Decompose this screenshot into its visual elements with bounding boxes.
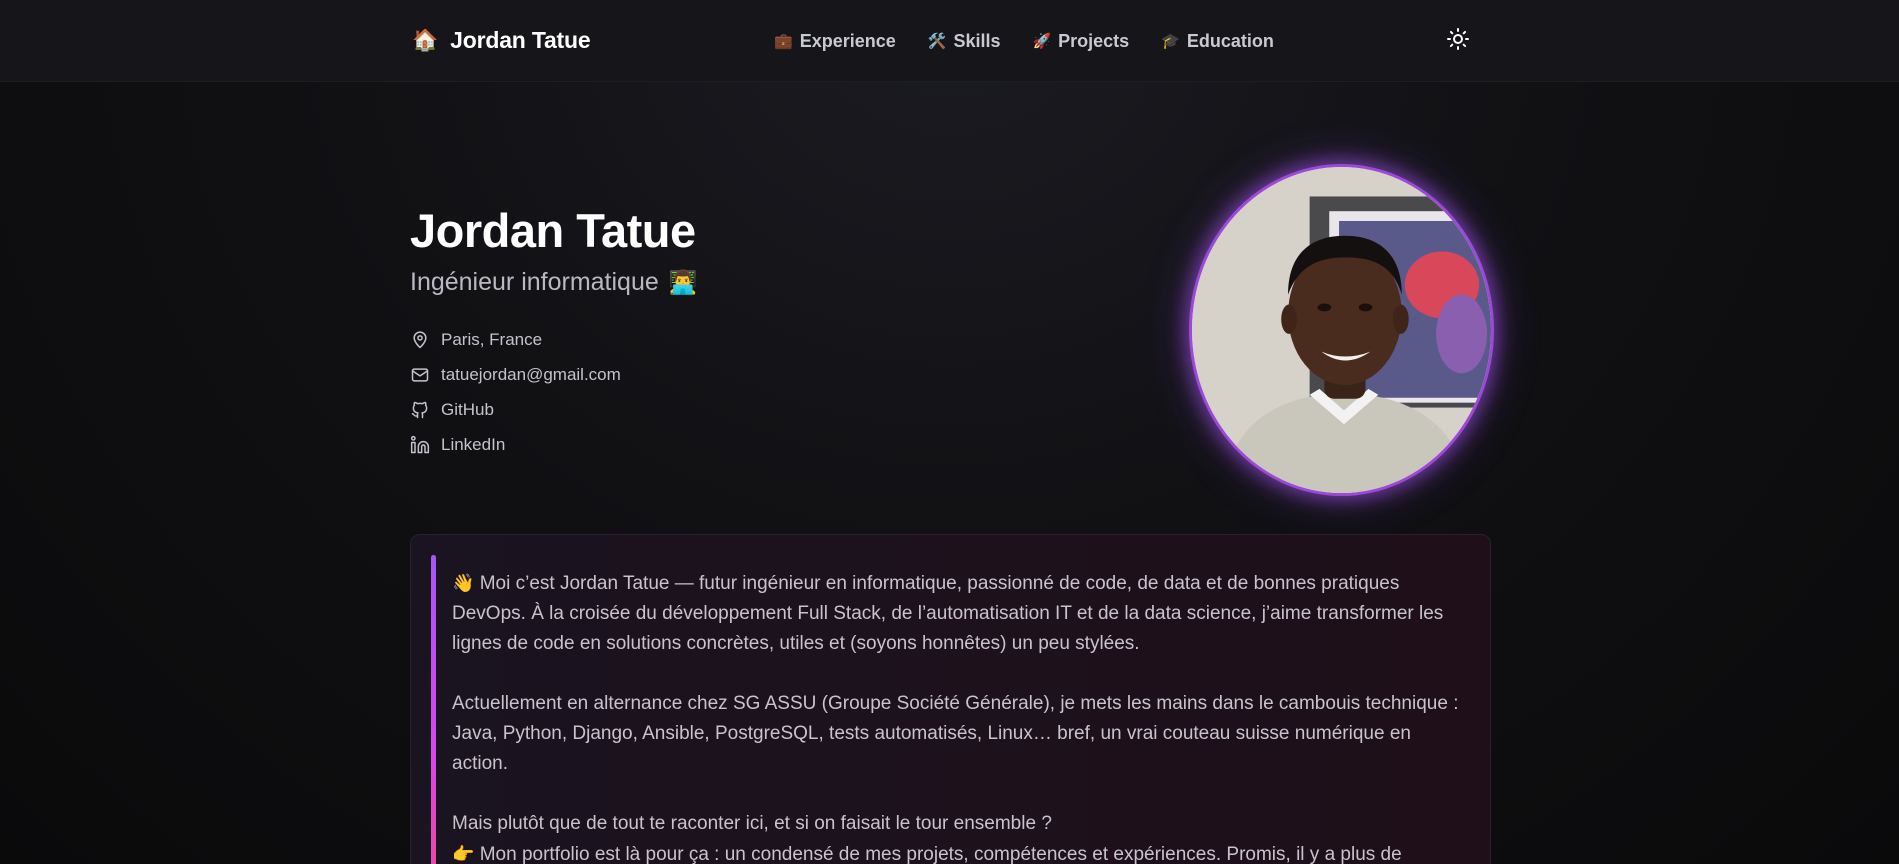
about-paragraph: 👋 Moi c’est Jordan Tatue — futur ingénie… bbox=[452, 568, 1472, 659]
rocket-icon: 🚀 bbox=[1032, 32, 1052, 50]
waving-hand-icon: 👋 bbox=[452, 573, 475, 593]
briefcase-icon: 💼 bbox=[774, 32, 793, 50]
hero-name: Jordan Tatue bbox=[410, 204, 696, 257]
github-icon bbox=[411, 401, 428, 419]
nav-item-education[interactable]: 🎓 Education bbox=[1161, 31, 1274, 52]
linkedin-icon bbox=[410, 435, 430, 454]
house-icon: 🏠 bbox=[412, 28, 439, 52]
hero-role-text: Ingénieur informatique bbox=[410, 268, 659, 296]
about-paragraph: Mais plutôt que de tout te raconter ici,… bbox=[452, 809, 1472, 839]
technologist-icon: 👨‍💻 bbox=[668, 269, 698, 295]
profile-photo bbox=[1192, 167, 1491, 493]
contact-email-text: tatuejordan@gmail.com bbox=[441, 365, 621, 384]
nav-item-experience[interactable]: 💼 Experience bbox=[774, 31, 896, 52]
contact-email-link[interactable]: tatuejordan@gmail.com bbox=[410, 363, 621, 387]
top-navbar: 🏠 Jordan Tatue 💼 Experience 🛠️ Skills 🚀 … bbox=[0, 0, 1899, 82]
brand-name: Jordan Tatue bbox=[450, 26, 591, 53]
nav-item-label: Experience bbox=[799, 30, 896, 51]
contact-location-text: Paris, France bbox=[441, 330, 543, 349]
nav-item-skills[interactable]: 🛠️ Skills bbox=[928, 31, 1001, 52]
about-paragraph-text: Mais plutôt que de tout te raconter ici,… bbox=[452, 813, 1052, 834]
about-paragraph-text: Moi c’est Jordan Tatue — futur ingénieur… bbox=[452, 573, 1444, 654]
contact-github-text: GitHub bbox=[441, 400, 494, 419]
about-paragraph: Actuellement en alternance chez SG ASSU … bbox=[452, 689, 1472, 779]
about-card: 👋 Moi c’est Jordan Tatue — futur ingénie… bbox=[410, 534, 1491, 864]
hero-role: Ingénieur informatique 👨‍💻 bbox=[410, 268, 697, 297]
about-paragraph-text: Mon portfolio est là pour ça : un conden… bbox=[479, 844, 1402, 864]
contact-linkedin-link[interactable]: LinkedIn bbox=[410, 433, 621, 457]
about-paragraph: 👉 Mon portfolio est là pour ça : un cond… bbox=[452, 839, 1472, 864]
graduation-cap-icon: 🎓 bbox=[1161, 32, 1180, 50]
contact-github-link[interactable]: GitHub bbox=[410, 398, 621, 422]
sun-icon bbox=[1447, 28, 1469, 50]
nav-item-label: Skills bbox=[953, 30, 1001, 51]
tools-icon: 🛠️ bbox=[927, 32, 947, 50]
about-paragraph-text: Actuellement en alternance chez SG ASSU … bbox=[452, 693, 1459, 774]
pointing-right-icon: 👉 bbox=[452, 844, 475, 864]
contact-linkedin-text: LinkedIn bbox=[441, 435, 506, 454]
portfolio-page: 🏠 Jordan Tatue 💼 Experience 🛠️ Skills 🚀 … bbox=[0, 0, 1899, 864]
nav-item-label: Education bbox=[1186, 30, 1274, 51]
contact-list: Paris, France tatuejordan@gmail.com GitH… bbox=[410, 328, 621, 457]
about-text: 👋 Moi c’est Jordan Tatue — futur ingénie… bbox=[452, 568, 1472, 864]
nav-item-projects[interactable]: 🚀 Projects bbox=[1032, 31, 1129, 52]
map-pin-icon bbox=[413, 331, 427, 349]
mail-icon bbox=[411, 368, 429, 382]
contact-location: Paris, France bbox=[410, 328, 621, 352]
main-nav: 💼 Experience 🛠️ Skills 🚀 Projects 🎓 Educ… bbox=[774, 25, 1274, 57]
about-accent-bar bbox=[431, 555, 436, 864]
profile-avatar bbox=[1189, 164, 1494, 496]
theme-toggle-button[interactable] bbox=[1444, 25, 1472, 53]
nav-item-label: Projects bbox=[1058, 30, 1130, 51]
brand-home-link[interactable]: 🏠 Jordan Tatue bbox=[412, 23, 591, 57]
